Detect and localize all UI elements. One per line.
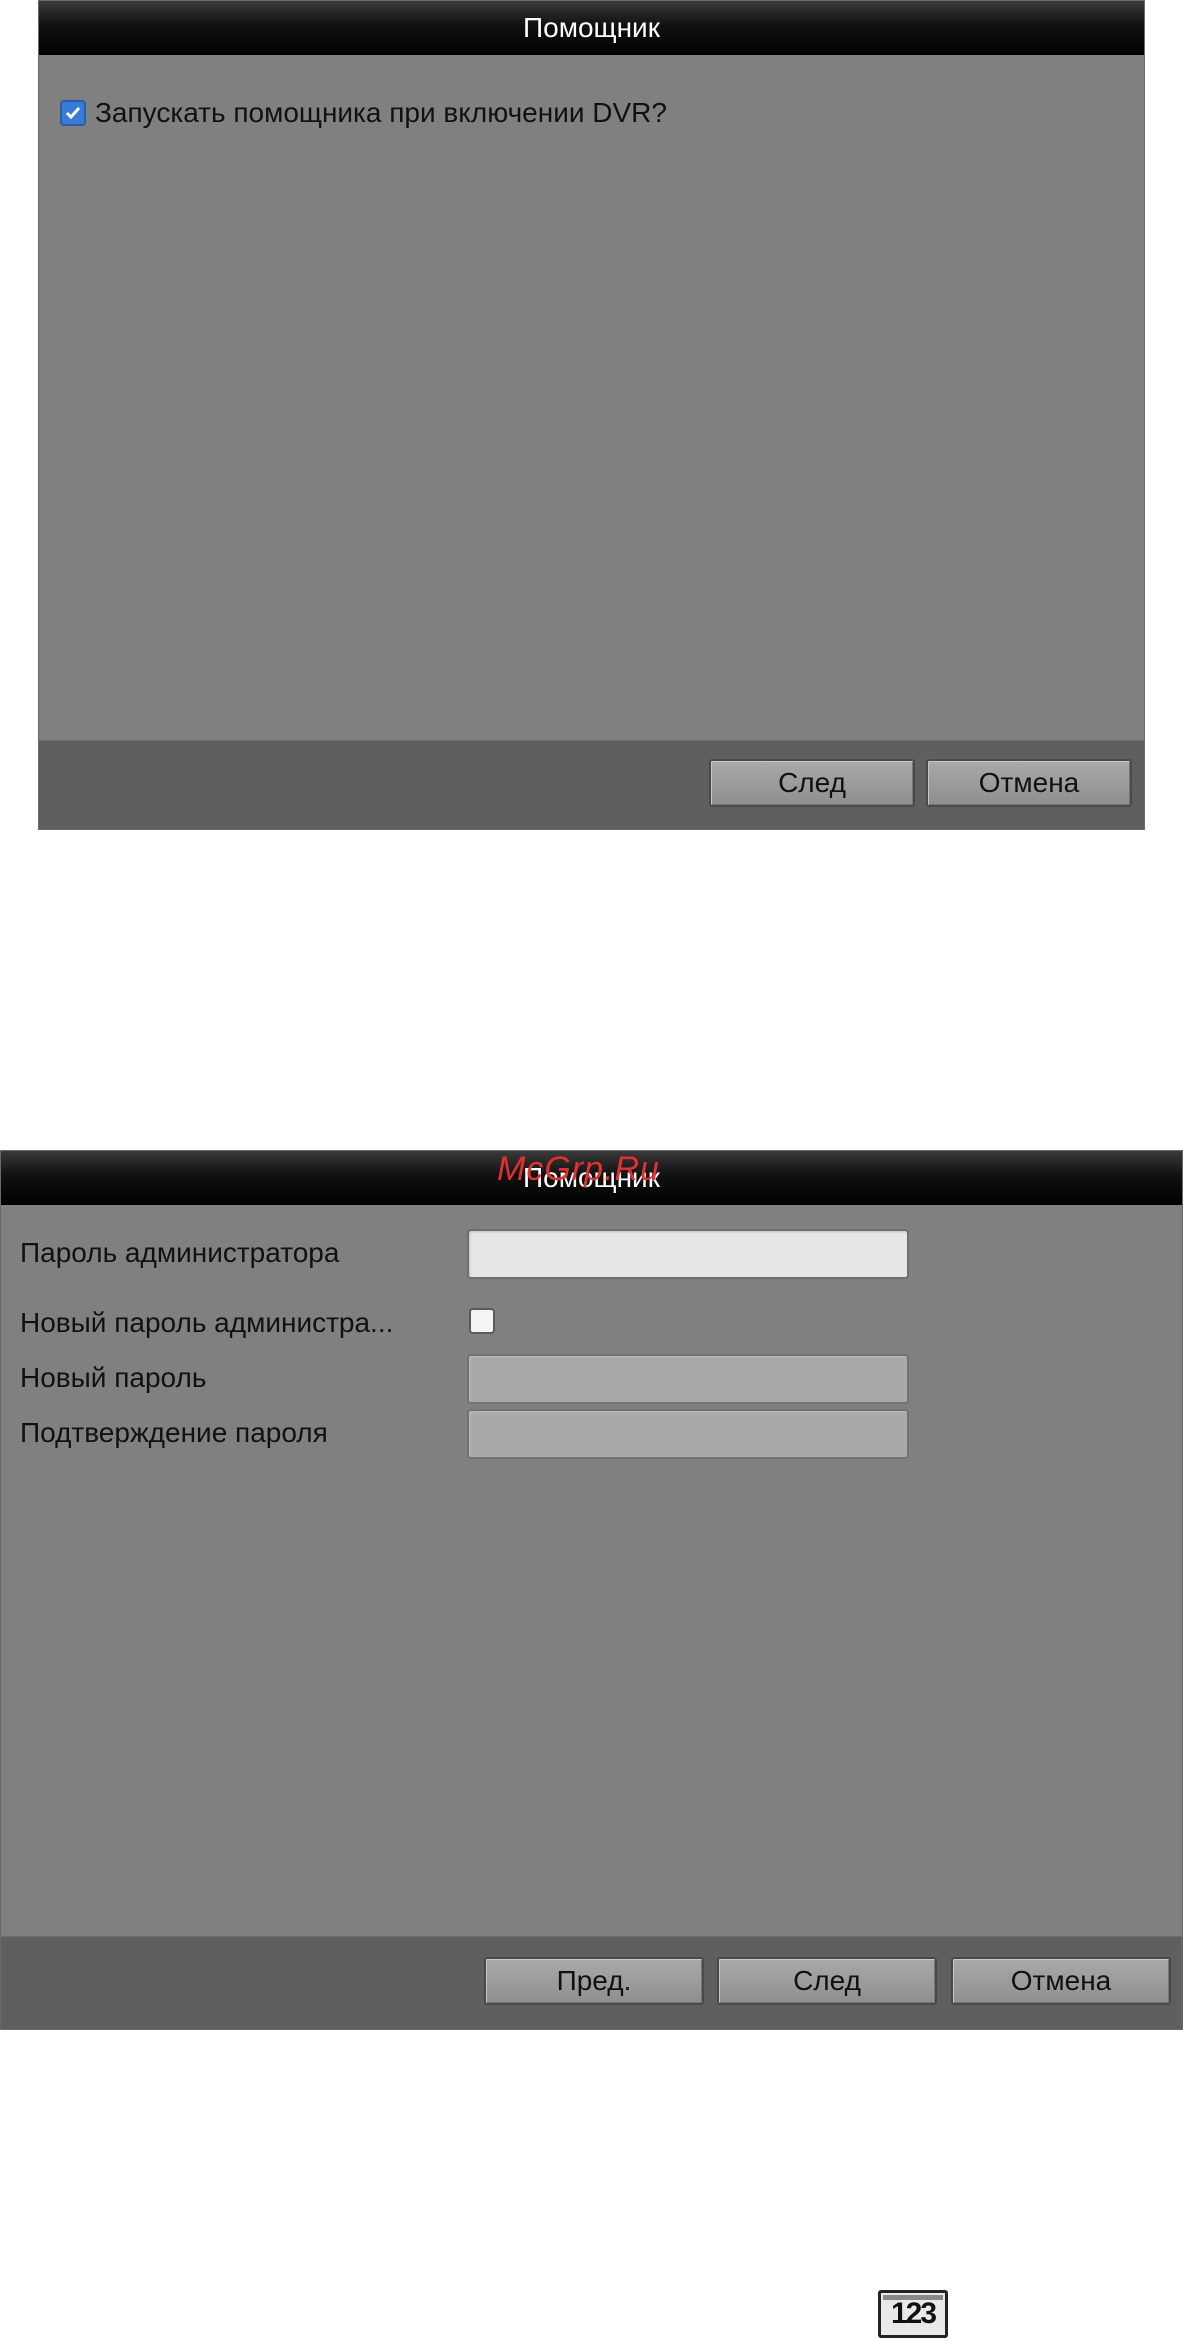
confirm-password-input[interactable] [467,1409,909,1459]
admin-password-input[interactable] [467,1229,909,1279]
watermark-text: McGrp.Ru [497,1150,660,1188]
new-password-input[interactable] [467,1354,909,1404]
dialog-footer: Пред. След Отмена [1,1936,1182,2029]
run-wizard-on-startup-label: Запускать помощника при включении DVR? [95,97,667,128]
wizard-dialog-2: Помощник Пароль администратора Новый пар… [0,1150,1183,2030]
new-admin-password-checkbox[interactable] [469,1308,495,1334]
run-wizard-on-startup-checkbox[interactable] [60,100,86,126]
new-admin-password-label: Новый пароль администра... [20,1307,394,1338]
dialog-footer: След Отмена [39,740,1144,829]
confirm-password-label: Подтверждение пароля [20,1417,328,1448]
checkmark-icon [65,107,81,120]
wizard-dialog-1: Помощник Запускать помощника при включен… [38,0,1145,830]
cancel-button[interactable]: Отмена [926,759,1132,807]
cancel-button[interactable]: Отмена [951,1957,1171,2005]
previous-button[interactable]: Пред. [484,1957,704,2005]
next-button[interactable]: След [717,1957,937,2005]
new-password-label: Новый пароль [20,1362,207,1393]
dialog-title: Помощник [39,1,1144,55]
next-button[interactable]: След [709,759,915,807]
numeric-keyboard-icon: 123 [878,2290,948,2338]
admin-password-label: Пароль администратора [20,1237,340,1268]
